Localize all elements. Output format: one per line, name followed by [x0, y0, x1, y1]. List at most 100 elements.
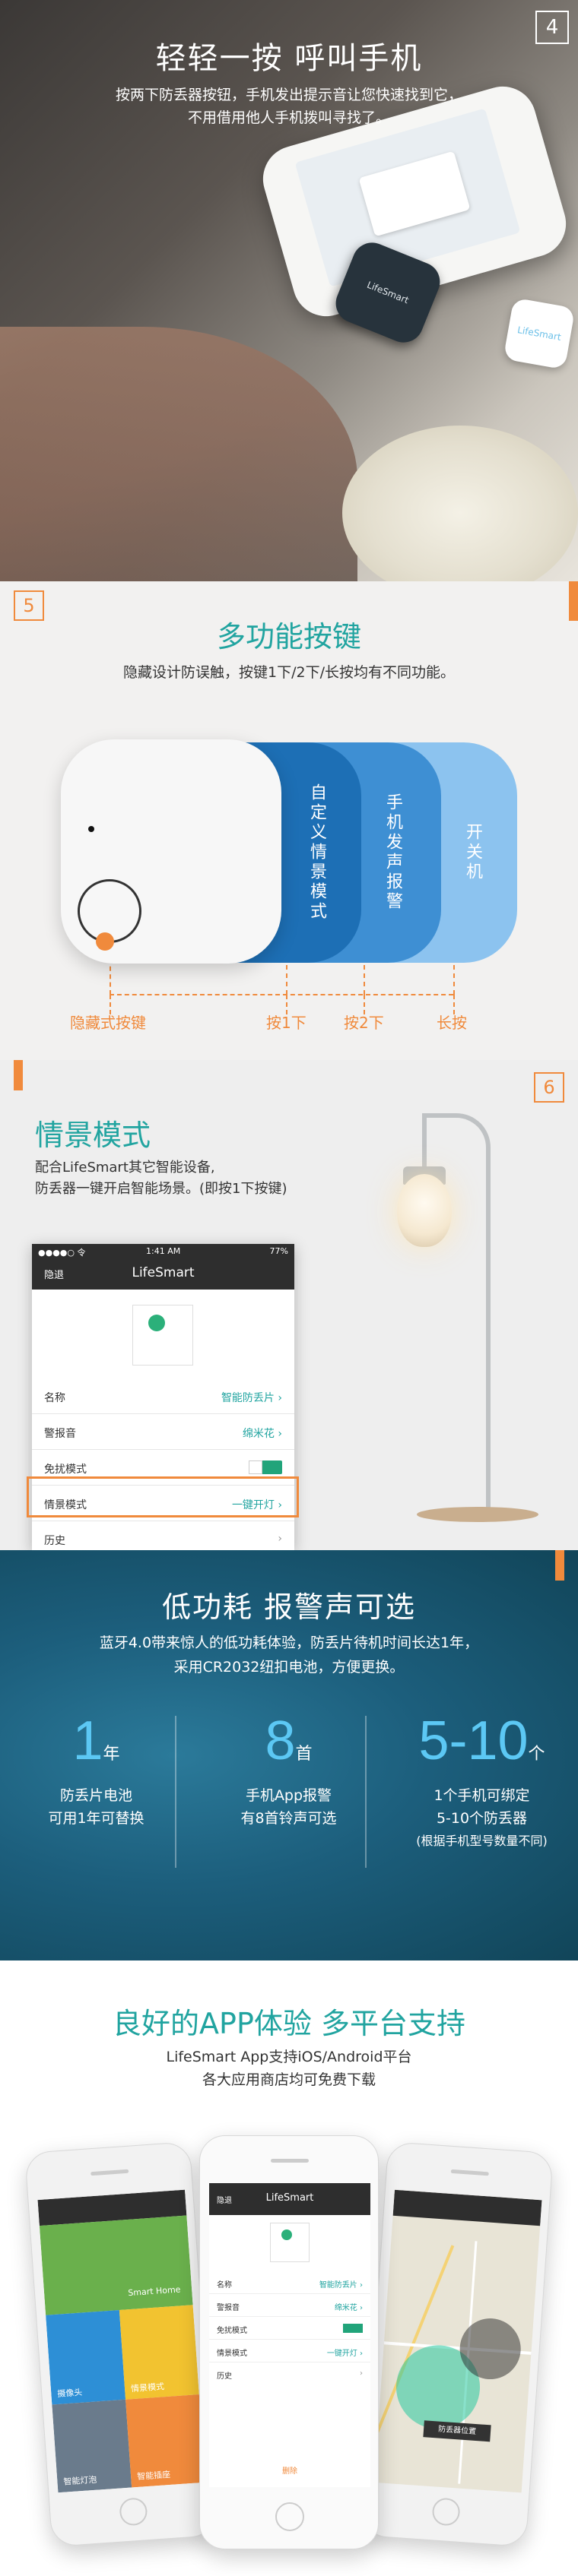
tile-bulb[interactable]: 智能灯泡 — [52, 2399, 132, 2493]
app-nav-bar: 隐退 LifeSmart — [209, 2183, 370, 2215]
settings-row-alarm-sound[interactable]: 警报音 绵米花 › — [32, 1414, 294, 1450]
band-label: 手机发声报警 — [383, 793, 402, 912]
callout-line — [364, 965, 365, 995]
row-value: 绵米花 › — [334, 2304, 363, 2312]
device-thumbnail — [132, 1305, 193, 1366]
tile-plug[interactable]: 智能插座 — [125, 2394, 205, 2488]
label-long-press: 长按 — [437, 1014, 467, 1032]
settings-row-history[interactable]: 历史 › — [209, 2362, 370, 2385]
status-time: 1:41 AM — [146, 1246, 181, 1256]
row-value: › — [360, 2369, 363, 2378]
home-button — [119, 2497, 148, 2527]
stat-caption: 防丢片电池 — [59, 1787, 132, 1804]
stat-note: (根据手机型号数量不同) — [416, 1834, 548, 1848]
lamp-base — [417, 1507, 538, 1522]
callout-line — [453, 965, 455, 995]
tile-scene[interactable]: 情景模式 — [119, 2305, 199, 2400]
stat-unit: 年 — [103, 1745, 120, 1764]
low-power-section: 低功耗 报警声可选 蓝牙4.0带来惊人的低功耗体验，防丢片待机时间长达1年， 采… — [0, 1550, 578, 1960]
section-title: 低功耗 报警声可选 — [161, 1590, 417, 1624]
subtitle-line: 蓝牙4.0带来惊人的低功耗体验，防丢片待机时间长达1年， — [99, 1635, 479, 1651]
orange-accent-bar — [14, 1060, 23, 1090]
row-label: 情景模式 — [217, 2350, 247, 2358]
nav-title: LifeSmart — [132, 1265, 195, 1280]
row-value: 绵米花 › — [242, 1428, 282, 1440]
tile-label: 摄像头 — [56, 2387, 83, 2399]
stat-caption: 有8首铃声可选 — [240, 1810, 337, 1827]
location-badge: 防丢器位置 — [423, 2420, 491, 2442]
label-press-once: 按1下 — [266, 1014, 306, 1032]
app-experience-section: 良好的APP体验 多平台支持 LifeSmart App支持iOS/Androi… — [0, 1960, 578, 2576]
device-status-icon — [148, 1315, 165, 1331]
callout-line — [110, 994, 453, 995]
hand-photo — [0, 327, 357, 581]
device-indicator-dot — [88, 826, 94, 832]
subtitle-line: 防丢器一键开启智能场景。(即按1下按键) — [35, 1181, 287, 1197]
tag-logo-text: LifeSmart — [365, 279, 411, 306]
section-title: 良好的APP体验 多平台支持 — [113, 2007, 465, 2040]
tile-smart-home[interactable]: Smart Home — [39, 2215, 193, 2315]
row-label: 免扰模式 — [217, 2327, 247, 2335]
section-subtitle: LifeSmart App支持iOS/Android平台 各大应用商店均可免费下… — [0, 2046, 578, 2091]
nav-title: LifeSmart — [265, 2192, 314, 2204]
row-value: 一键开灯 › — [326, 2350, 363, 2358]
settings-row-history[interactable]: 历史 › — [32, 1521, 294, 1550]
settings-row-alarm-sound[interactable]: 警报音 绵米花 › — [209, 2294, 370, 2317]
hero-call-phone-section: LifeSmart LifeSmart 4 轻轻一按 呼叫手机 按两下防丢器按钮… — [0, 0, 578, 581]
row-value: › — [278, 1533, 282, 1545]
section-title: 多功能按键 — [216, 620, 361, 653]
stat-bindings: 5-10个 1个手机可绑定 5-10个防丢器 (根据手机型号数量不同) — [386, 1710, 578, 1853]
callout-line — [286, 965, 287, 995]
band-label: 开关机 — [463, 823, 482, 882]
phone-left: Smart Home 摄像头 情景模式 智能灯泡 智能插座 — [24, 2141, 218, 2547]
battery-indicator: 77% — [269, 1246, 288, 1256]
section-subtitle: 配合LifeSmart其它智能设备, 防丢器一键开启智能场景。(即按1下按键) — [35, 1157, 287, 1200]
white-tag-device: LifeSmart — [503, 297, 576, 370]
settings-row-scene-mode[interactable]: 情景模式 一键开灯 › — [209, 2340, 370, 2362]
section-subtitle: 隐藏设计防误触，按键1下/2下/长按均有不同功能。 — [123, 664, 455, 681]
phone-speaker — [91, 2169, 129, 2176]
row-value: 智能防丢片 › — [221, 1392, 282, 1404]
phone-screen-settings: 隐退 LifeSmart 名称 智能防丢片 › 警报音 绵米花 › 免扰模式 情… — [209, 2183, 370, 2487]
tile-label: 情景模式 — [130, 2381, 165, 2394]
coffee-cup-photo — [342, 426, 578, 581]
phone-right: 防丢器位置 — [360, 2141, 554, 2547]
section-subtitle: 按两下防丢器按钮，手机发出提示音让您快速找到它， 不用借用他人手机拨叫寻找了。 — [0, 84, 578, 129]
row-label: 免扰模式 — [44, 1464, 87, 1476]
lamp-arm — [422, 1113, 427, 1174]
band-label: 自定义情景模式 — [307, 783, 326, 922]
tile-label: 智能插座 — [136, 2469, 171, 2482]
tile-label: 智能灯泡 — [63, 2474, 97, 2487]
section-title: 情景模式 — [35, 1119, 151, 1152]
phone-center: 隐退 LifeSmart 名称 智能防丢片 › 警报音 绵米花 › 免扰模式 情… — [199, 2135, 379, 2549]
phone-screen-map: 防丢器位置 — [374, 2189, 542, 2493]
stat-divider — [365, 1716, 367, 1868]
stat-divider — [175, 1716, 176, 1868]
row-label: 警报音 — [44, 1428, 76, 1440]
settings-row-name[interactable]: 名称 智能防丢片 › — [32, 1378, 294, 1414]
row-label: 历史 — [44, 1535, 65, 1547]
subtitle-line: LifeSmart App支持iOS/Android平台 — [166, 2049, 412, 2065]
smart-bulb — [397, 1174, 452, 1247]
dnd-toggle[interactable] — [343, 2324, 363, 2333]
row-value: 智能防丢片 › — [319, 2281, 363, 2290]
row-label: 名称 — [217, 2281, 232, 2290]
stat-number: 5-10 — [418, 1710, 529, 1771]
stat-ringtones: 8首 手机App报警 有8首铃声可选 — [192, 1710, 385, 1830]
status-bar: ●●●●○ 令 1:41 AM 77% — [32, 1244, 294, 1258]
phone-speaker — [271, 2159, 309, 2163]
row-label: 名称 — [44, 1392, 65, 1404]
tile-camera[interactable]: 摄像头 — [46, 2310, 126, 2405]
delete-button[interactable]: 删除 — [209, 2464, 370, 2476]
stat-battery-life: 1年 防丢片电池 可用1年可替换 — [0, 1710, 192, 1830]
subtitle-line: 各大应用商店均可免费下载 — [202, 2071, 376, 2088]
settings-row-name[interactable]: 名称 智能防丢片 › — [209, 2271, 370, 2294]
hidden-button-marker — [96, 932, 114, 951]
phone-screen-tiles: Smart Home 摄像头 情景模式 智能灯泡 智能插座 — [37, 2189, 205, 2493]
app-nav-bar: 隐退 LifeSmart — [32, 1258, 294, 1290]
device-thumbnail — [270, 2223, 310, 2262]
stat-unit: 首 — [295, 1745, 313, 1764]
stat-caption: 手机App报警 — [245, 1787, 332, 1804]
stat-caption: 可用1年可替换 — [48, 1810, 144, 1827]
subtitle-line: 按两下防丢器按钮，手机发出提示音让您快速找到它， — [115, 87, 462, 103]
